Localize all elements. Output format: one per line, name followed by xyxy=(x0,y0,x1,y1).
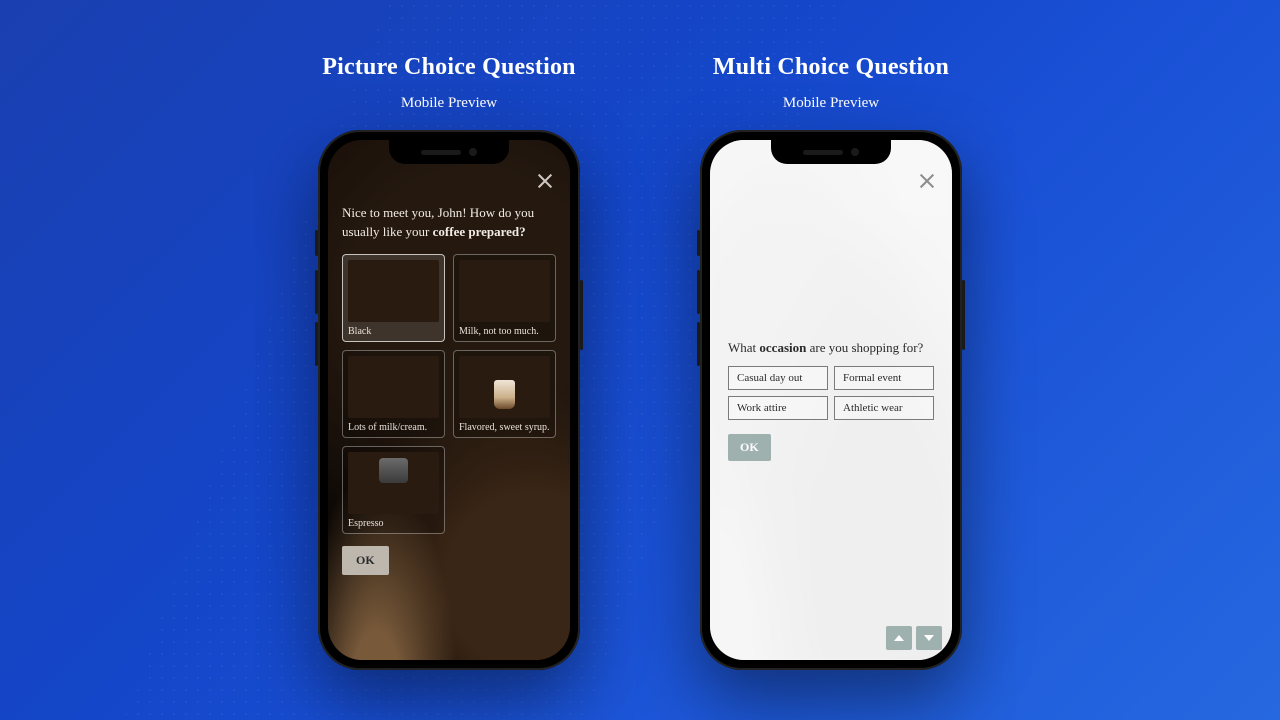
coffee-cream-thumb xyxy=(348,356,439,418)
phone-mockup-right: What occasion are you shopping for? Casu… xyxy=(700,130,962,670)
ok-button[interactable]: OK xyxy=(342,546,389,575)
option-label: Lots of milk/cream. xyxy=(348,422,439,433)
coffee-black-thumb xyxy=(348,260,439,322)
picture-option-milk[interactable]: Milk, not too much. xyxy=(453,254,556,342)
right-column: Multi Choice Question Mobile Preview Wha… xyxy=(700,54,962,720)
question-bold: occasion xyxy=(759,340,806,355)
question-pre: What xyxy=(728,340,759,355)
phone-notch xyxy=(771,140,891,164)
question-text: What occasion are you shopping for? xyxy=(728,340,934,356)
stage: Picture Choice Question Mobile Preview N… xyxy=(0,0,1280,720)
question-post: are you shopping for? xyxy=(806,340,923,355)
option-work[interactable]: Work attire xyxy=(728,396,828,420)
ok-button[interactable]: OK xyxy=(728,434,771,461)
coffee-flavored-thumb xyxy=(459,356,550,418)
nav-buttons xyxy=(886,626,942,650)
option-casual[interactable]: Casual day out xyxy=(728,366,828,390)
screen-multi-choice: What occasion are you shopping for? Casu… xyxy=(710,140,952,660)
question-bold: coffee prepared? xyxy=(433,224,526,239)
option-athletic[interactable]: Athletic wear xyxy=(834,396,934,420)
left-subtitle: Mobile Preview xyxy=(401,95,497,112)
option-formal[interactable]: Formal event xyxy=(834,366,934,390)
option-label: Milk, not too much. xyxy=(459,326,550,337)
phone-mockup-left: Nice to meet you, John! How do you usual… xyxy=(318,130,580,670)
right-subtitle: Mobile Preview xyxy=(783,95,879,112)
picture-option-lots-milk[interactable]: Lots of milk/cream. xyxy=(342,350,445,438)
picture-options-grid: Black Milk, not too much. Lots of milk/c… xyxy=(342,254,556,534)
multi-options-grid: Casual day out Formal event Work attire … xyxy=(728,366,934,420)
question-text: Nice to meet you, John! How do you usual… xyxy=(342,204,556,242)
option-label: Flavored, sweet syrup. xyxy=(459,422,550,433)
option-label: Espresso xyxy=(348,518,439,529)
left-title: Picture Choice Question xyxy=(322,54,575,81)
chevron-up-icon xyxy=(894,635,904,641)
picture-option-flavored[interactable]: Flavored, sweet syrup. xyxy=(453,350,556,438)
picture-option-espresso[interactable]: Espresso xyxy=(342,446,445,534)
next-button[interactable] xyxy=(916,626,942,650)
phone-notch xyxy=(389,140,509,164)
prev-button[interactable] xyxy=(886,626,912,650)
coffee-milk-thumb xyxy=(459,260,550,322)
picture-option-black[interactable]: Black xyxy=(342,254,445,342)
coffee-espresso-thumb xyxy=(348,452,439,514)
option-label: Black xyxy=(348,326,439,337)
chevron-down-icon xyxy=(924,635,934,641)
right-title: Multi Choice Question xyxy=(713,54,949,81)
left-column: Picture Choice Question Mobile Preview N… xyxy=(318,54,580,720)
screen-picture-choice: Nice to meet you, John! How do you usual… xyxy=(328,140,570,660)
